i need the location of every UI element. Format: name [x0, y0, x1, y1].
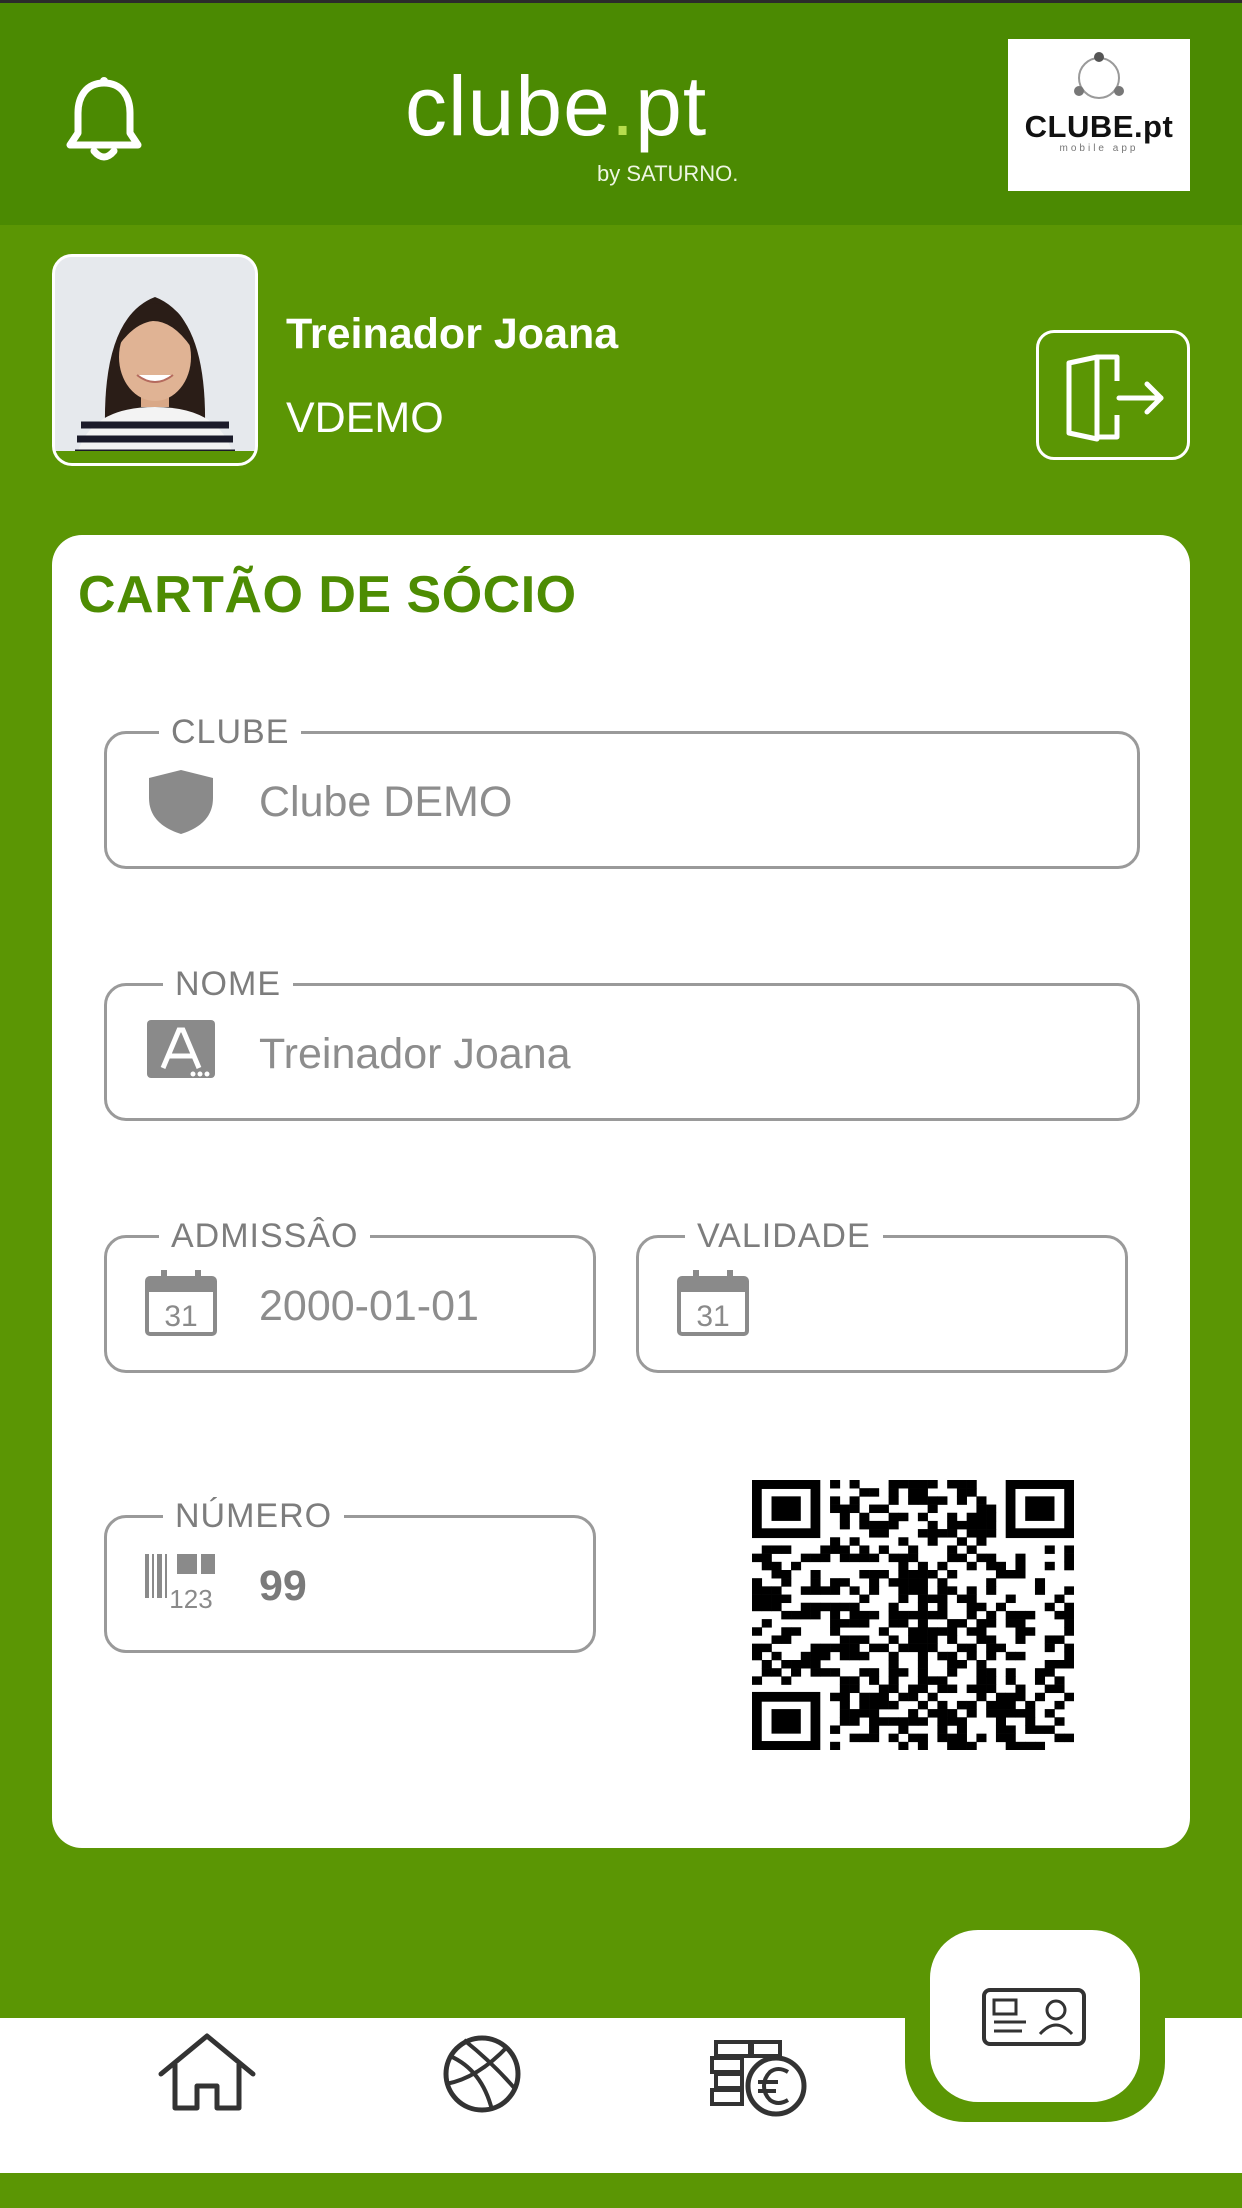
- nav-item-member-card[interactable]: [930, 1930, 1140, 2102]
- admission-field-value: 2000-01-01: [259, 1282, 479, 1330]
- logout-icon: [1066, 354, 1164, 442]
- basketball-icon[interactable]: [434, 2034, 530, 2114]
- shield-icon: [149, 770, 213, 834]
- name-field-label: NOME: [163, 964, 293, 1004]
- brand-byline: by SATURNO.: [597, 161, 739, 186]
- validity-field-label: VALIDADE: [685, 1216, 883, 1256]
- partner-logo: CLUBE.pt mobile app: [1008, 39, 1190, 191]
- user-name: Treinador Joana: [286, 310, 619, 358]
- logo-ring-icon: [1074, 52, 1124, 99]
- name-field-value: Treinador Joana: [259, 1030, 571, 1078]
- number-field-label: NÚMERO: [163, 1496, 345, 1536]
- euro-coins-icon[interactable]: [708, 2034, 810, 2120]
- calendar-icon: 31: [677, 1270, 749, 1336]
- name-field[interactable]: NOME Treinador Joana: [104, 964, 1140, 1121]
- top-bar: clube.pt by SATURNO. CLUBE.pt mobile app: [0, 0, 1242, 225]
- qr-code[interactable]: [752, 1480, 1074, 1750]
- logout-button[interactable]: [1036, 330, 1190, 460]
- svg-text:31: 31: [696, 1300, 729, 1333]
- calendar-icon: 31: [145, 1270, 217, 1336]
- profile-photo: [55, 257, 255, 463]
- club-field-value: Clube DEMO: [259, 778, 513, 826]
- bell-icon[interactable]: [62, 75, 147, 165]
- id-card-icon: [982, 1988, 1086, 2046]
- svg-text:123: 123: [169, 1584, 212, 1614]
- name-field-icon: [147, 1020, 215, 1078]
- app-logo: clube.pt by SATURNO.: [405, 59, 739, 186]
- member-card: CARTÃO DE SÓCIO CLUBE Clube DEMO NOME Tr…: [52, 535, 1190, 1848]
- bottom-bar-strip: [0, 2173, 1242, 2208]
- validity-field[interactable]: VALIDADE 31: [636, 1216, 1128, 1373]
- admission-field[interactable]: ADMISSÂO 31 2000-01-01: [104, 1216, 596, 1373]
- club-field-label: CLUBE: [159, 712, 302, 752]
- svg-text:31: 31: [164, 1300, 197, 1333]
- club-field[interactable]: CLUBE Clube DEMO: [104, 712, 1140, 869]
- number-field[interactable]: NÚMERO 123 99: [104, 1496, 596, 1653]
- barcode-icon: 123: [145, 1554, 215, 1614]
- home-icon[interactable]: [155, 2030, 259, 2114]
- avatar[interactable]: [52, 254, 258, 466]
- card-title: CARTÃO DE SÓCIO: [78, 566, 577, 624]
- user-club-code: VDEMO: [286, 394, 444, 442]
- admission-field-label: ADMISSÂO: [159, 1216, 371, 1256]
- number-field-value: 99: [259, 1562, 307, 1610]
